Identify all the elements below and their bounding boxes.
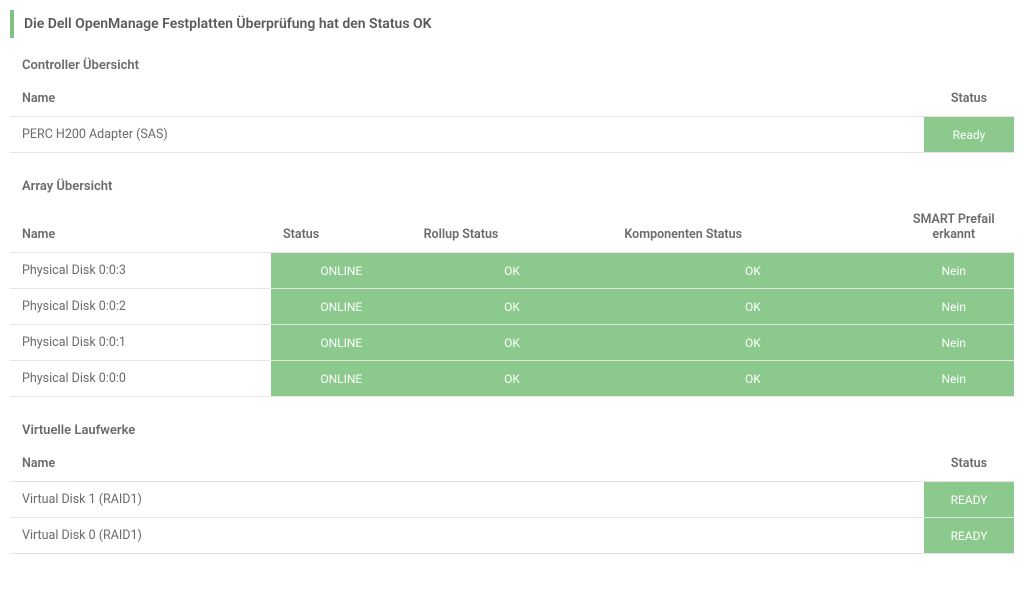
smart-badge: Nein [893, 361, 1014, 397]
array-heading: Array Übersicht [10, 171, 1014, 202]
status-badge: ONLINE [271, 361, 412, 397]
status-badge: READY [924, 482, 1014, 518]
virtual-disk-name: Virtual Disk 0 (RAID1) [10, 518, 924, 554]
virtual-table: Name Status Virtual Disk 1 (RAID1) READY… [10, 446, 1014, 554]
controller-heading: Controller Übersicht [10, 50, 1014, 81]
rollup-badge: OK [412, 361, 613, 397]
virtual-heading: Virtuelle Laufwerke [10, 415, 1014, 446]
table-row: PERC H200 Adapter (SAS) Ready [10, 117, 1014, 153]
col-name: Name [10, 202, 271, 253]
col-status: Status [271, 202, 412, 253]
rollup-badge: OK [412, 325, 613, 361]
col-status: Status [924, 446, 1014, 482]
col-name: Name [10, 446, 924, 482]
table-row: Physical Disk 0:0:3 ONLINE OK OK Nein [10, 253, 1014, 289]
rollup-badge: OK [412, 289, 613, 325]
component-badge: OK [612, 289, 893, 325]
col-rollup: Rollup Status [412, 202, 613, 253]
controller-table: Name Status PERC H200 Adapter (SAS) Read… [10, 81, 1014, 153]
smart-badge: Nein [893, 253, 1014, 289]
component-badge: OK [612, 361, 893, 397]
smart-badge: Nein [893, 289, 1014, 325]
disk-name: Physical Disk 0:0:2 [10, 289, 271, 325]
component-badge: OK [612, 325, 893, 361]
status-badge: Ready [924, 117, 1014, 153]
rollup-badge: OK [412, 253, 613, 289]
page-title: Die Dell OpenManage Festplatten Überprüf… [10, 10, 1014, 38]
disk-name: Physical Disk 0:0:1 [10, 325, 271, 361]
col-name: Name [10, 81, 924, 117]
table-row: Physical Disk 0:0:0 ONLINE OK OK Nein [10, 361, 1014, 397]
array-table: Name Status Rollup Status Komponenten St… [10, 202, 1014, 397]
virtual-disk-name: Virtual Disk 1 (RAID1) [10, 482, 924, 518]
table-row: Physical Disk 0:0:1 ONLINE OK OK Nein [10, 325, 1014, 361]
controller-name: PERC H200 Adapter (SAS) [10, 117, 924, 153]
smart-badge: Nein [893, 325, 1014, 361]
col-component: Komponenten Status [612, 202, 893, 253]
col-smart: SMART Prefail erkannt [893, 202, 1014, 253]
disk-name: Physical Disk 0:0:3 [10, 253, 271, 289]
table-row: Virtual Disk 0 (RAID1) READY [10, 518, 1014, 554]
table-row: Physical Disk 0:0:2 ONLINE OK OK Nein [10, 289, 1014, 325]
status-badge: ONLINE [271, 325, 412, 361]
status-badge: ONLINE [271, 289, 412, 325]
component-badge: OK [612, 253, 893, 289]
disk-name: Physical Disk 0:0:0 [10, 361, 271, 397]
table-row: Virtual Disk 1 (RAID1) READY [10, 482, 1014, 518]
status-badge: READY [924, 518, 1014, 554]
status-badge: ONLINE [271, 253, 412, 289]
col-status: Status [924, 81, 1014, 117]
